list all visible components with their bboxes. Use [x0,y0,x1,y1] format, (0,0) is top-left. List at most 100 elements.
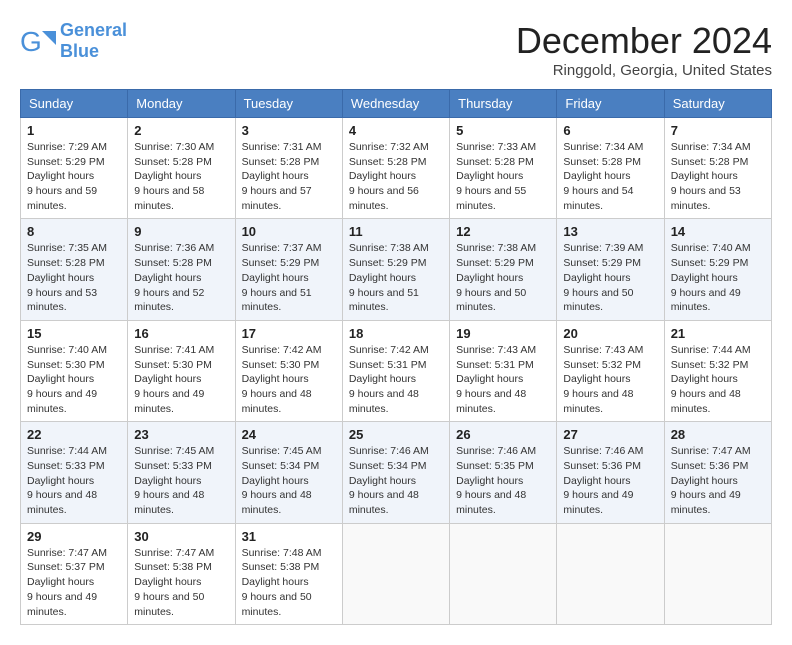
day-number: 2 [134,123,228,138]
day-number: 13 [563,224,657,239]
day-info: Sunrise: 7:40 AM Sunset: 5:29 PM Dayligh… [671,241,765,314]
logo-icon: G [20,23,56,59]
calendar-table: SundayMondayTuesdayWednesdayThursdayFrid… [20,89,772,625]
day-info: Sunrise: 7:35 AM Sunset: 5:28 PM Dayligh… [27,241,121,314]
calendar-cell: 28 Sunrise: 7:47 AM Sunset: 5:36 PM Dayl… [664,422,771,523]
day-info: Sunrise: 7:44 AM Sunset: 5:32 PM Dayligh… [671,343,765,416]
day-info: Sunrise: 7:47 AM Sunset: 5:37 PM Dayligh… [27,546,121,619]
day-number: 22 [27,427,121,442]
day-info: Sunrise: 7:32 AM Sunset: 5:28 PM Dayligh… [349,140,443,213]
day-number: 5 [456,123,550,138]
logo-text: General Blue [60,20,127,62]
logo-blue: Blue [60,41,99,61]
page-header: G General Blue December 2024 Ringgold, G… [20,20,772,79]
calendar-cell [664,523,771,624]
day-info: Sunrise: 7:37 AM Sunset: 5:29 PM Dayligh… [242,241,336,314]
calendar-week-row: 1 Sunrise: 7:29 AM Sunset: 5:29 PM Dayli… [21,118,772,219]
day-number: 14 [671,224,765,239]
day-number: 25 [349,427,443,442]
weekday-header-wednesday: Wednesday [342,90,449,118]
day-info: Sunrise: 7:41 AM Sunset: 5:30 PM Dayligh… [134,343,228,416]
calendar-cell: 5 Sunrise: 7:33 AM Sunset: 5:28 PM Dayli… [450,118,557,219]
calendar-cell: 21 Sunrise: 7:44 AM Sunset: 5:32 PM Dayl… [664,320,771,421]
calendar-cell: 4 Sunrise: 7:32 AM Sunset: 5:28 PM Dayli… [342,118,449,219]
calendar-cell: 13 Sunrise: 7:39 AM Sunset: 5:29 PM Dayl… [557,219,664,320]
day-number: 18 [349,326,443,341]
day-number: 27 [563,427,657,442]
day-number: 15 [27,326,121,341]
day-number: 21 [671,326,765,341]
day-number: 9 [134,224,228,239]
day-info: Sunrise: 7:48 AM Sunset: 5:38 PM Dayligh… [242,546,336,619]
calendar-week-row: 29 Sunrise: 7:47 AM Sunset: 5:37 PM Dayl… [21,523,772,624]
day-number: 24 [242,427,336,442]
day-info: Sunrise: 7:46 AM Sunset: 5:36 PM Dayligh… [563,444,657,517]
calendar-cell: 6 Sunrise: 7:34 AM Sunset: 5:28 PM Dayli… [557,118,664,219]
day-info: Sunrise: 7:46 AM Sunset: 5:35 PM Dayligh… [456,444,550,517]
weekday-header-saturday: Saturday [664,90,771,118]
day-info: Sunrise: 7:39 AM Sunset: 5:29 PM Dayligh… [563,241,657,314]
day-number: 30 [134,529,228,544]
day-info: Sunrise: 7:38 AM Sunset: 5:29 PM Dayligh… [349,241,443,314]
calendar-cell: 18 Sunrise: 7:42 AM Sunset: 5:31 PM Dayl… [342,320,449,421]
day-number: 1 [27,123,121,138]
calendar-cell: 22 Sunrise: 7:44 AM Sunset: 5:33 PM Dayl… [21,422,128,523]
day-info: Sunrise: 7:47 AM Sunset: 5:36 PM Dayligh… [671,444,765,517]
logo: G General Blue [20,20,127,62]
calendar-cell: 11 Sunrise: 7:38 AM Sunset: 5:29 PM Dayl… [342,219,449,320]
day-info: Sunrise: 7:36 AM Sunset: 5:28 PM Dayligh… [134,241,228,314]
day-number: 26 [456,427,550,442]
day-info: Sunrise: 7:33 AM Sunset: 5:28 PM Dayligh… [456,140,550,213]
calendar-cell: 16 Sunrise: 7:41 AM Sunset: 5:30 PM Dayl… [128,320,235,421]
calendar-cell: 7 Sunrise: 7:34 AM Sunset: 5:28 PM Dayli… [664,118,771,219]
calendar-cell [342,523,449,624]
calendar-cell: 23 Sunrise: 7:45 AM Sunset: 5:33 PM Dayl… [128,422,235,523]
day-number: 8 [27,224,121,239]
day-info: Sunrise: 7:38 AM Sunset: 5:29 PM Dayligh… [456,241,550,314]
calendar-cell: 8 Sunrise: 7:35 AM Sunset: 5:28 PM Dayli… [21,219,128,320]
svg-text:G: G [20,26,42,57]
day-info: Sunrise: 7:42 AM Sunset: 5:30 PM Dayligh… [242,343,336,416]
logo-general: General [60,20,127,40]
calendar-cell: 27 Sunrise: 7:46 AM Sunset: 5:36 PM Dayl… [557,422,664,523]
day-info: Sunrise: 7:30 AM Sunset: 5:28 PM Dayligh… [134,140,228,213]
location: Ringgold, Georgia, United States [516,62,772,79]
calendar-cell: 14 Sunrise: 7:40 AM Sunset: 5:29 PM Dayl… [664,219,771,320]
weekday-header-thursday: Thursday [450,90,557,118]
day-info: Sunrise: 7:45 AM Sunset: 5:33 PM Dayligh… [134,444,228,517]
day-number: 19 [456,326,550,341]
calendar-cell [557,523,664,624]
day-number: 23 [134,427,228,442]
calendar-cell: 9 Sunrise: 7:36 AM Sunset: 5:28 PM Dayli… [128,219,235,320]
weekday-header-monday: Monday [128,90,235,118]
calendar-cell [450,523,557,624]
calendar-cell: 10 Sunrise: 7:37 AM Sunset: 5:29 PM Dayl… [235,219,342,320]
day-number: 31 [242,529,336,544]
title-block: December 2024 Ringgold, Georgia, United … [516,20,772,79]
day-info: Sunrise: 7:43 AM Sunset: 5:32 PM Dayligh… [563,343,657,416]
calendar-cell: 29 Sunrise: 7:47 AM Sunset: 5:37 PM Dayl… [21,523,128,624]
day-number: 16 [134,326,228,341]
calendar-cell: 12 Sunrise: 7:38 AM Sunset: 5:29 PM Dayl… [450,219,557,320]
day-number: 10 [242,224,336,239]
day-info: Sunrise: 7:34 AM Sunset: 5:28 PM Dayligh… [671,140,765,213]
calendar-cell: 3 Sunrise: 7:31 AM Sunset: 5:28 PM Dayli… [235,118,342,219]
day-info: Sunrise: 7:46 AM Sunset: 5:34 PM Dayligh… [349,444,443,517]
day-info: Sunrise: 7:40 AM Sunset: 5:30 PM Dayligh… [27,343,121,416]
calendar-cell: 26 Sunrise: 7:46 AM Sunset: 5:35 PM Dayl… [450,422,557,523]
calendar-cell: 20 Sunrise: 7:43 AM Sunset: 5:32 PM Dayl… [557,320,664,421]
calendar-cell: 15 Sunrise: 7:40 AM Sunset: 5:30 PM Dayl… [21,320,128,421]
day-number: 7 [671,123,765,138]
calendar-cell: 19 Sunrise: 7:43 AM Sunset: 5:31 PM Dayl… [450,320,557,421]
weekday-header-sunday: Sunday [21,90,128,118]
day-number: 28 [671,427,765,442]
day-info: Sunrise: 7:29 AM Sunset: 5:29 PM Dayligh… [27,140,121,213]
day-info: Sunrise: 7:42 AM Sunset: 5:31 PM Dayligh… [349,343,443,416]
calendar-cell: 2 Sunrise: 7:30 AM Sunset: 5:28 PM Dayli… [128,118,235,219]
calendar-cell: 24 Sunrise: 7:45 AM Sunset: 5:34 PM Dayl… [235,422,342,523]
day-number: 12 [456,224,550,239]
day-number: 17 [242,326,336,341]
day-info: Sunrise: 7:31 AM Sunset: 5:28 PM Dayligh… [242,140,336,213]
day-number: 3 [242,123,336,138]
day-info: Sunrise: 7:34 AM Sunset: 5:28 PM Dayligh… [563,140,657,213]
